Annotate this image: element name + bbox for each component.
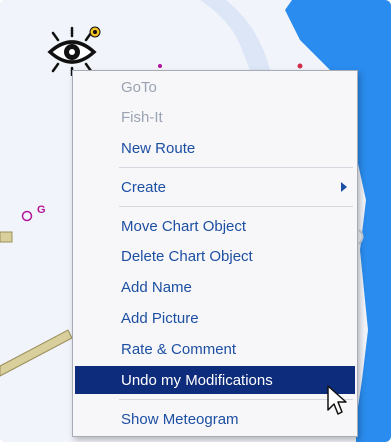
menu-item-undo-modifications[interactable]: Undo my Modifications bbox=[75, 366, 355, 394]
eye-icon[interactable] bbox=[46, 24, 102, 76]
menu-item-label: Rate & Comment bbox=[121, 340, 237, 358]
menu-item-label: Show Meteogram bbox=[121, 410, 239, 428]
menu-separator bbox=[119, 167, 353, 168]
menu-item-label: Add Picture bbox=[121, 309, 199, 327]
context-menu: GoTo Fish-It New Route Create Move Chart… bbox=[72, 70, 358, 437]
menu-item-label: New Route bbox=[121, 139, 196, 157]
map-poi-label: G bbox=[37, 204, 46, 216]
menu-item-label: Create bbox=[121, 178, 167, 196]
menu-item-move-chart-object[interactable]: Move Chart Object bbox=[75, 212, 355, 240]
menu-item-label: Fish-It bbox=[121, 108, 163, 126]
menu-item-rate-comment[interactable]: Rate & Comment bbox=[75, 335, 355, 363]
menu-item-create[interactable]: Create bbox=[75, 173, 355, 201]
menu-item-add-picture[interactable]: Add Picture bbox=[75, 304, 355, 332]
menu-item-label: Move Chart Object bbox=[121, 217, 247, 235]
menu-separator bbox=[119, 399, 353, 400]
menu-separator bbox=[119, 206, 353, 207]
menu-item-show-meteogram[interactable]: Show Meteogram bbox=[75, 405, 355, 433]
menu-item-fish-it[interactable]: Fish-It bbox=[75, 103, 355, 131]
menu-item-goto[interactable]: GoTo bbox=[75, 73, 355, 101]
map-marker-icon bbox=[21, 210, 33, 222]
mouse-cursor-icon bbox=[327, 385, 347, 415]
menu-item-new-route[interactable]: New Route bbox=[75, 134, 355, 162]
chart-viewport[interactable]: G GoTo Fish-It New Route Create Move Cha… bbox=[0, 0, 391, 442]
menu-item-delete-chart-object[interactable]: Delete Chart Object bbox=[75, 242, 355, 270]
menu-item-label: Add Name bbox=[121, 278, 192, 296]
menu-item-label: Delete Chart Object bbox=[121, 247, 253, 265]
submenu-arrow-icon bbox=[341, 182, 347, 192]
menu-item-add-name[interactable]: Add Name bbox=[75, 273, 355, 301]
menu-item-label: Undo my Modifications bbox=[121, 371, 273, 389]
menu-item-label: GoTo bbox=[121, 78, 157, 96]
